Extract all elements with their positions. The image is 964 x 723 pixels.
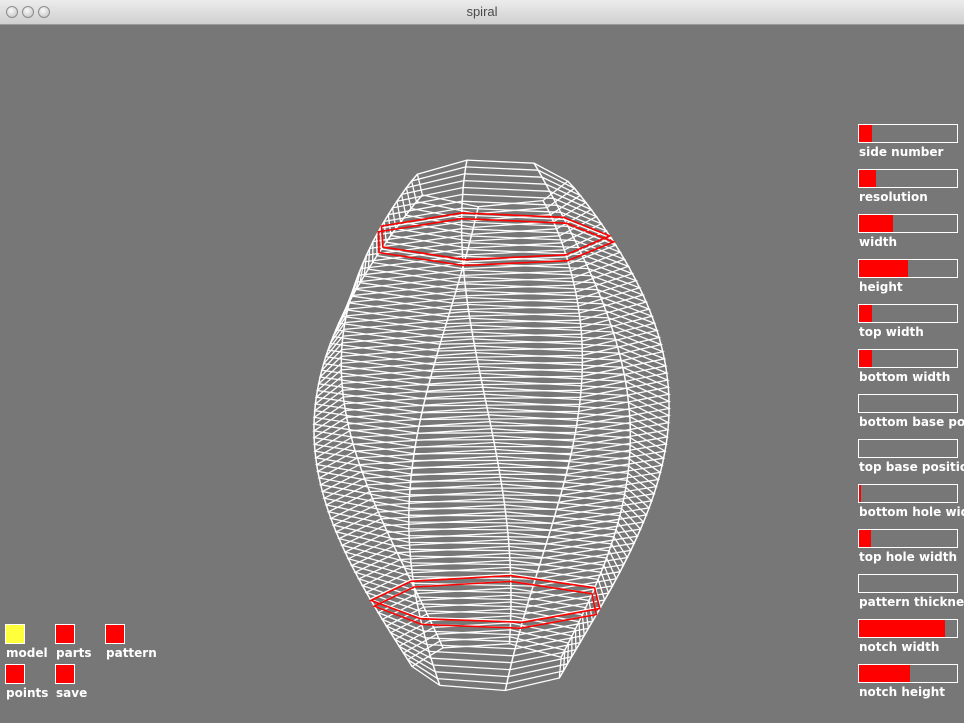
pattern-toggle-button[interactable]: pattern bbox=[105, 624, 157, 660]
save-toggle-button[interactable]: save bbox=[55, 664, 87, 700]
slider-track[interactable] bbox=[858, 619, 958, 638]
slider-label: side number bbox=[859, 145, 944, 159]
slider-label: resolution bbox=[859, 190, 928, 204]
slider-fill bbox=[859, 620, 946, 637]
slider-fill bbox=[859, 125, 872, 142]
slider-track[interactable] bbox=[858, 214, 958, 233]
wire-ring bbox=[397, 622, 573, 671]
slider-fill bbox=[859, 530, 871, 547]
model-toggle-button[interactable]: model bbox=[5, 624, 48, 660]
toggle-box[interactable] bbox=[55, 664, 75, 684]
points-toggle-button[interactable]: points bbox=[5, 664, 48, 700]
toggle-label: pattern bbox=[106, 646, 157, 660]
toggle-label: save bbox=[56, 686, 88, 700]
toggle-box[interactable] bbox=[5, 624, 25, 644]
slider-track[interactable] bbox=[858, 124, 958, 143]
toggle-label: points bbox=[6, 686, 49, 700]
3d-wireframe-viewport[interactable] bbox=[0, 25, 964, 723]
wire-ring bbox=[353, 545, 618, 594]
parts-toggle-button[interactable]: parts bbox=[55, 624, 91, 660]
toggle-label: parts bbox=[56, 646, 92, 660]
toggle-box[interactable] bbox=[5, 664, 25, 684]
slider-label: width bbox=[859, 235, 898, 249]
slider-label: top base position bbox=[859, 460, 964, 474]
slider-fill bbox=[859, 305, 872, 322]
slider-label: bottom hole width bbox=[859, 505, 964, 519]
slider-fill bbox=[859, 665, 910, 682]
wire-ring bbox=[328, 490, 645, 538]
toggle-box[interactable] bbox=[55, 624, 75, 644]
toggle-box[interactable] bbox=[105, 624, 125, 644]
slider-track[interactable] bbox=[858, 259, 958, 278]
slider-label: bottom base position bbox=[859, 415, 964, 429]
slider-fill bbox=[859, 485, 861, 502]
slider-track[interactable] bbox=[858, 169, 958, 188]
vase-wireframe bbox=[312, 159, 672, 692]
bottom-notch-ring bbox=[368, 574, 601, 630]
slider-fill bbox=[859, 260, 908, 277]
window-title: spiral bbox=[466, 4, 498, 19]
slider-label: bottom width bbox=[859, 370, 951, 384]
slider-track[interactable] bbox=[858, 349, 958, 368]
slider-fill bbox=[859, 170, 876, 187]
slider-track[interactable] bbox=[858, 664, 958, 683]
slider-label: notch height bbox=[859, 685, 946, 699]
slider-label: pattern thickness bbox=[859, 595, 964, 609]
toggle-label: model bbox=[6, 646, 48, 660]
slider-track[interactable] bbox=[858, 394, 958, 413]
title-bar: spiral bbox=[0, 0, 964, 25]
slider-fill bbox=[859, 215, 894, 232]
slider-label: notch width bbox=[859, 640, 940, 654]
wire-ring bbox=[389, 608, 581, 657]
slider-track[interactable] bbox=[858, 439, 958, 458]
slider-label: height bbox=[859, 280, 903, 294]
slider-track[interactable] bbox=[858, 574, 958, 593]
slider-track[interactable] bbox=[858, 484, 958, 503]
slider-track[interactable] bbox=[858, 529, 958, 548]
slider-fill bbox=[859, 350, 872, 367]
slider-label: top width bbox=[859, 325, 924, 339]
slider-track[interactable] bbox=[858, 304, 958, 323]
slider-label: top hole width bbox=[859, 550, 958, 564]
